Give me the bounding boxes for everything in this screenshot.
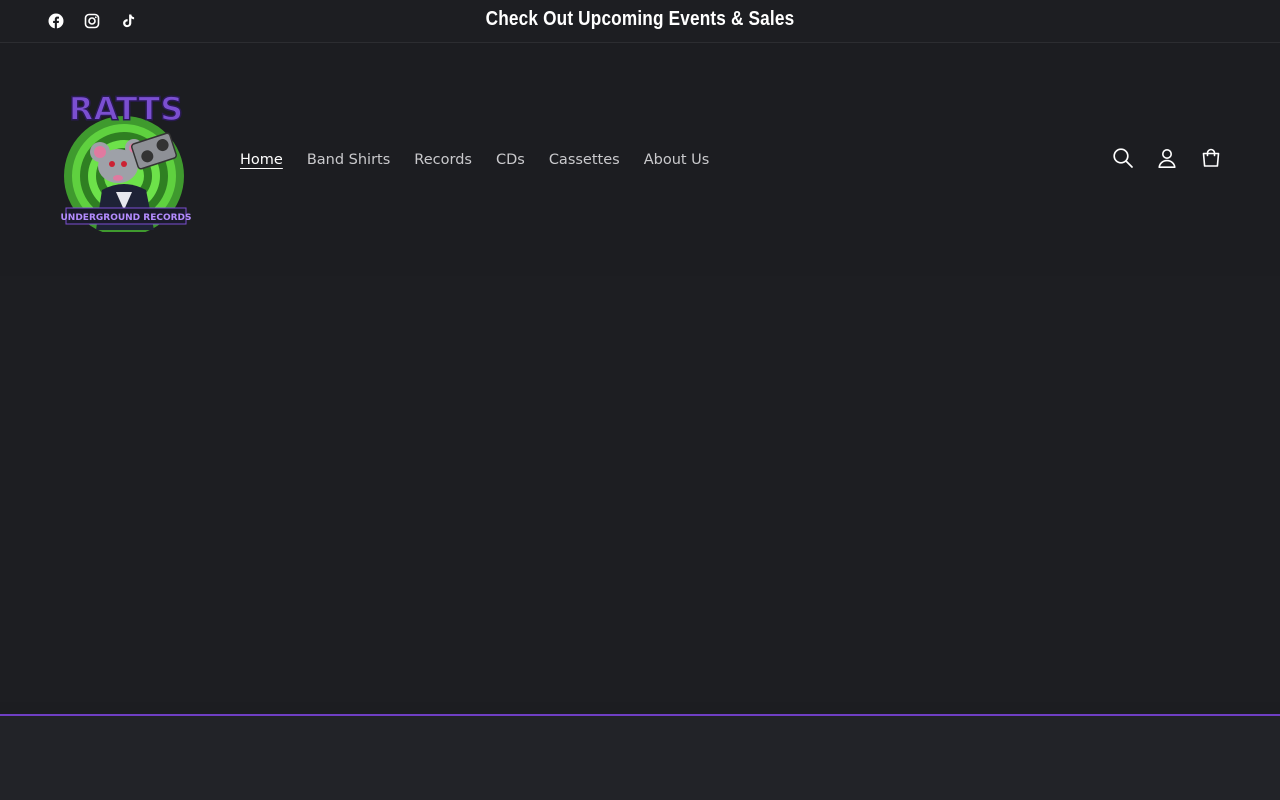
nav-records[interactable]: Records xyxy=(402,148,484,172)
cart-icon[interactable] xyxy=(1198,145,1224,171)
facebook-icon[interactable] xyxy=(44,9,68,33)
nav-cassettes[interactable]: Cassettes xyxy=(537,148,632,172)
nav-cds[interactable]: CDs xyxy=(484,148,537,172)
store-logo[interactable]: RATTS UNDERGROUND RECORDS xyxy=(56,89,196,236)
site-header: RATTS UNDERGROUND RECORDS Home Band Shir… xyxy=(0,44,1280,276)
announcement-text[interactable]: Check Out Upcoming Events & Sales xyxy=(90,8,1191,31)
search-icon[interactable] xyxy=(1110,145,1136,171)
logo-subtitle: UNDERGROUND RECORDS xyxy=(60,213,191,223)
site-footer xyxy=(0,714,1280,800)
account-icon[interactable] xyxy=(1154,145,1180,171)
logo-title: RATTS xyxy=(69,90,183,128)
nav-home[interactable]: Home xyxy=(228,148,295,172)
header-actions xyxy=(1110,145,1224,171)
section-divider xyxy=(0,702,1280,714)
nav-about-us[interactable]: About Us xyxy=(632,148,722,172)
main-nav: Home Band Shirts Records CDs Cassettes A… xyxy=(228,148,721,172)
announcement-bar: Check Out Upcoming Events & Sales xyxy=(0,0,1280,43)
nav-band-shirts[interactable]: Band Shirts xyxy=(295,148,402,172)
hero-banner xyxy=(0,276,1280,702)
